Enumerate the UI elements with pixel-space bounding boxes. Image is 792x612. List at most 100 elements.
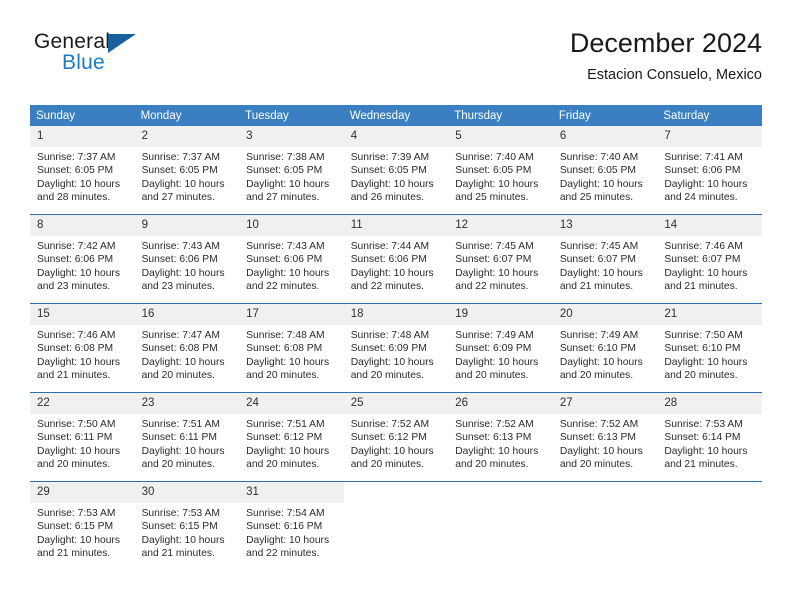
sunrise-text: Sunrise: 7:40 AM [455,152,534,163]
day-sun-info [553,503,658,507]
day-number: 25 [343,393,449,414]
day-sun-info: Sunrise: 7:46 AM Sunset: 6:08 PM Daylight:… [30,325,135,383]
day-number: 7 [657,126,762,147]
sunset-text: Sunset: 6:06 PM [664,165,741,177]
day-sun-info: Sunrise: 7:45 AM Sunset: 6:07 PM Daylight:… [553,236,658,294]
calendar-day-cell[interactable]: 21 Sunrise: 7:50 AM Sunset: 6:10 PM Dayligh… [657,303,762,393]
calendar-day-cell[interactable]: 14 Sunrise: 7:46 AM Sunset: 6:07 PM Dayligh… [657,214,762,304]
day-sun-info: Sunrise: 7:53 AM Sunset: 6:15 PM Daylight:… [135,503,240,561]
calendar-day-cell[interactable]: 3 Sunrise: 7:38 AM Sunset: 6:05 PM Daylight… [239,126,344,215]
daylight-text-line2: and 23 minutes. [37,281,111,293]
calendar-day-cell[interactable]: 27 Sunrise: 7:52 AM Sunset: 6:13 PM Dayligh… [552,392,658,482]
calendar-day-cell[interactable]: 31 Sunrise: 7:54 AM Sunset: 6:16 PM Dayligh… [239,481,344,570]
day-number: 18 [343,304,449,325]
page-header: General Blue December 2024 Estacion Cons… [30,26,762,98]
calendar-day-cell[interactable]: 2 Sunrise: 7:37 AM Sunset: 6:05 PM Daylight… [134,126,240,215]
calendar-page: General Blue December 2024 Estacion Cons… [0,0,792,612]
sunset-text: Sunset: 6:15 PM [141,521,218,533]
day-cell-inner: 14 Sunrise: 7:46 AM Sunset: 6:07 PM Dayligh… [657,215,762,303]
calendar-day-cell[interactable]: 26 Sunrise: 7:52 AM Sunset: 6:13 PM Dayligh… [448,392,553,482]
sunrise-text: Sunrise: 7:51 AM [246,419,325,430]
daylight-text-line1: Daylight: 10 hours [455,178,539,190]
calendar-day-cell[interactable]: 28 Sunrise: 7:53 AM Sunset: 6:14 PM Dayligh… [657,392,762,482]
page-subtitle: Estacion Consuelo, Mexico [587,67,762,83]
calendar-day-cell[interactable]: 30 Sunrise: 7:53 AM Sunset: 6:15 PM Dayligh… [134,481,240,570]
day-number: 17 [239,304,344,325]
day-cell-inner: 26 Sunrise: 7:52 AM Sunset: 6:13 PM Dayligh… [448,393,553,481]
day-number: 9 [134,215,240,236]
sunset-text: Sunset: 6:11 PM [37,432,113,444]
daylight-text-line2: and 25 minutes. [559,192,634,204]
day-sun-info: Sunrise: 7:54 AM Sunset: 6:16 PM Daylight:… [239,503,344,561]
day-number [657,482,762,503]
daylight-text-line1: Daylight: 10 hours [455,267,539,279]
calendar-day-cell[interactable]: 8 Sunrise: 7:42 AM Sunset: 6:06 PM Daylight… [30,214,135,304]
calendar-day-cell[interactable]: 22 Sunrise: 7:50 AM Sunset: 6:11 PM Dayligh… [30,392,135,482]
daylight-text-line1: Daylight: 10 hours [37,178,120,190]
day-cell-inner: 18 Sunrise: 7:48 AM Sunset: 6:09 PM Dayligh… [343,304,449,392]
calendar-day-cell[interactable]: 4 Sunrise: 7:39 AM Sunset: 6:05 PM Daylight… [343,126,449,215]
sunrise-text: Sunrise: 7:46 AM [664,241,743,252]
daylight-text-line1: Daylight: 10 hours [141,356,225,368]
day-number: 16 [134,304,240,325]
calendar-day-cell[interactable]: 13 Sunrise: 7:45 AM Sunset: 6:07 PM Dayligh… [552,214,658,304]
sunrise-text: Sunrise: 7:52 AM [350,419,430,430]
daylight-text-line2: and 21 minutes. [664,281,738,293]
daylight-text-line1: Daylight: 10 hours [664,445,748,457]
day-sun-info: Sunrise: 7:53 AM Sunset: 6:15 PM Daylight:… [30,503,135,561]
daylight-text-line1: Daylight: 10 hours [559,267,643,279]
sunrise-sunset-calendar: Sunday Monday Tuesday Wednesday Thursday… [30,105,762,570]
sunrise-text: Sunrise: 7:48 AM [350,330,430,341]
daylight-text-line2: and 21 minutes. [37,370,111,382]
general-blue-logo[interactable]: General Blue [34,30,164,86]
calendar-day-cell[interactable]: 19 Sunrise: 7:49 AM Sunset: 6:09 PM Dayligh… [448,303,553,393]
daylight-text-line2: and 20 minutes. [246,370,320,382]
sunset-text: Sunset: 6:11 PM [141,432,217,444]
weekday-header-friday: Friday [552,105,658,126]
calendar-day-cell[interactable]: 1 Sunrise: 7:37 AM Sunset: 6:05 PM Daylight… [30,126,135,215]
calendar-day-cell[interactable]: 29 Sunrise: 7:53 AM Sunset: 6:15 PM Dayligh… [30,481,135,570]
calendar-day-cell[interactable]: 7 Sunrise: 7:41 AM Sunset: 6:06 PM Daylight… [657,126,762,215]
sunset-text: Sunset: 6:05 PM [559,165,636,177]
day-sun-info: Sunrise: 7:49 AM Sunset: 6:10 PM Daylight:… [553,325,658,383]
calendar-day-cell[interactable]: 18 Sunrise: 7:48 AM Sunset: 6:09 PM Dayligh… [343,303,449,393]
calendar-day-cell[interactable]: 17 Sunrise: 7:48 AM Sunset: 6:08 PM Dayligh… [239,303,344,393]
daylight-text-line2: and 21 minutes. [664,459,738,471]
day-sun-info: Sunrise: 7:49 AM Sunset: 6:09 PM Daylight:… [448,325,553,383]
day-cell-inner [552,482,658,570]
calendar-day-cell[interactable]: 20 Sunrise: 7:49 AM Sunset: 6:10 PM Dayligh… [552,303,658,393]
daylight-text-line1: Daylight: 10 hours [37,356,120,368]
daylight-text-line2: and 23 minutes. [141,281,215,293]
day-cell-inner: 5 Sunrise: 7:40 AM Sunset: 6:05 PM Daylight… [448,126,553,214]
day-cell-inner: 2 Sunrise: 7:37 AM Sunset: 6:05 PM Daylight… [134,126,240,214]
daylight-text-line1: Daylight: 10 hours [141,178,225,190]
day-cell-inner: 29 Sunrise: 7:53 AM Sunset: 6:15 PM Dayligh… [30,482,135,570]
calendar-day-cell[interactable]: 9 Sunrise: 7:43 AM Sunset: 6:06 PM Daylight… [134,214,240,304]
day-sun-info: Sunrise: 7:48 AM Sunset: 6:08 PM Daylight:… [239,325,344,383]
daylight-text-line2: and 21 minutes. [141,548,215,560]
calendar-day-cell[interactable]: 10 Sunrise: 7:43 AM Sunset: 6:06 PM Dayligh… [239,214,344,304]
day-number: 23 [134,393,240,414]
calendar-day-cell[interactable]: 12 Sunrise: 7:45 AM Sunset: 6:07 PM Dayligh… [448,214,553,304]
calendar-day-cell[interactable]: 16 Sunrise: 7:47 AM Sunset: 6:08 PM Dayligh… [134,303,240,393]
day-number: 3 [239,126,344,147]
daylight-text-line1: Daylight: 10 hours [141,445,225,457]
sunset-text: Sunset: 6:06 PM [350,254,427,266]
daylight-text-line1: Daylight: 10 hours [559,445,643,457]
calendar-day-cell[interactable]: 6 Sunrise: 7:40 AM Sunset: 6:05 PM Daylight… [552,126,658,215]
day-sun-info: Sunrise: 7:52 AM Sunset: 6:13 PM Daylight:… [448,414,553,472]
day-cell-inner: 19 Sunrise: 7:49 AM Sunset: 6:09 PM Dayligh… [448,304,553,392]
day-sun-info: Sunrise: 7:38 AM Sunset: 6:05 PM Daylight:… [239,147,344,205]
day-sun-info: Sunrise: 7:50 AM Sunset: 6:11 PM Daylight:… [30,414,135,472]
calendar-day-cell[interactable]: 11 Sunrise: 7:44 AM Sunset: 6:06 PM Dayligh… [343,214,449,304]
day-sun-info: Sunrise: 7:51 AM Sunset: 6:12 PM Daylight:… [239,414,344,472]
calendar-day-cell[interactable]: 5 Sunrise: 7:40 AM Sunset: 6:05 PM Daylight… [448,126,553,215]
daylight-text-line1: Daylight: 10 hours [37,534,120,546]
sunset-text: Sunset: 6:07 PM [664,254,741,266]
sunset-text: Sunset: 6:05 PM [350,165,427,177]
calendar-day-cell[interactable]: 24 Sunrise: 7:51 AM Sunset: 6:12 PM Dayligh… [239,392,344,482]
calendar-day-cell[interactable]: 23 Sunrise: 7:51 AM Sunset: 6:11 PM Dayligh… [134,392,240,482]
calendar-week-row: 15 Sunrise: 7:46 AM Sunset: 6:08 PM Dayligh… [30,303,762,393]
calendar-day-cell[interactable]: 15 Sunrise: 7:46 AM Sunset: 6:08 PM Dayligh… [30,303,135,393]
calendar-day-cell[interactable]: 25 Sunrise: 7:52 AM Sunset: 6:12 PM Dayligh… [343,392,449,482]
